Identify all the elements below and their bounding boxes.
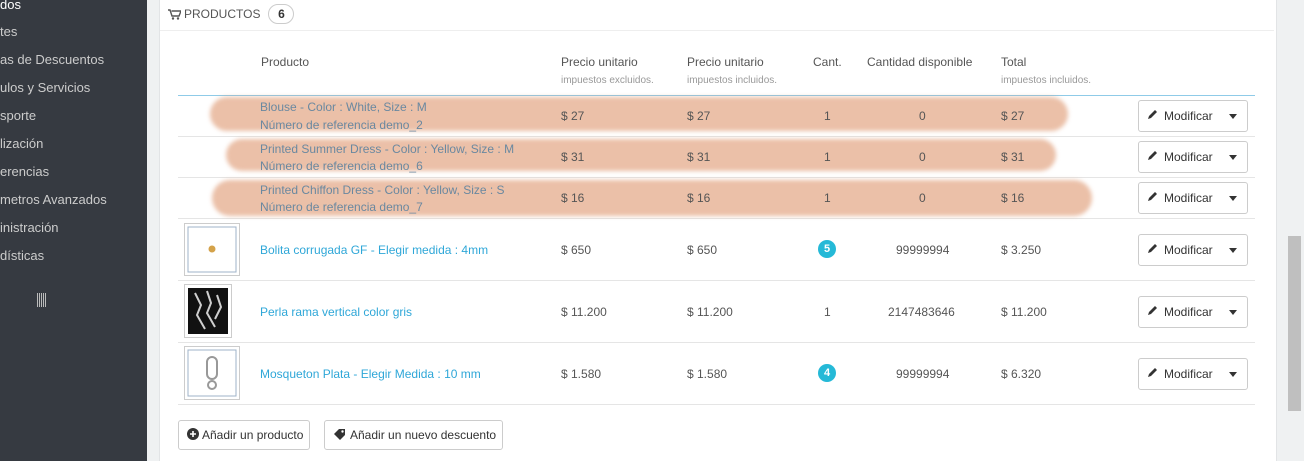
edit-button-label: Modificar (1164, 305, 1213, 319)
price-incl: $ 27 (687, 109, 711, 123)
pencil-icon (1147, 243, 1158, 257)
price-excl: $ 31 (561, 150, 585, 164)
available-quantity: 2147483646 (888, 305, 955, 319)
pencil-icon (1147, 305, 1158, 319)
sidebar-item-transporte[interactable]: sporte (0, 108, 36, 123)
add-discount-label: Añadir un nuevo descuento (350, 428, 497, 442)
product-count-badge: 6 (268, 4, 295, 24)
quantity: 1 (824, 305, 831, 319)
col-header-unit-price-excl: Precio unitario impuestos excluidos. (561, 55, 654, 86)
total: $ 11.200 (1001, 305, 1047, 319)
col-header-total: Total impuestos incluidos. (1001, 55, 1092, 86)
edit-button[interactable]: Modificar (1138, 100, 1248, 132)
product-thumbnail[interactable] (184, 284, 232, 338)
product-name[interactable]: Blouse - Color : White, Size : M (260, 100, 427, 114)
available-quantity: 99999994 (896, 243, 950, 257)
cart-icon (168, 8, 183, 20)
caret-down-icon[interactable] (1229, 372, 1237, 377)
scrollbar[interactable] (1288, 236, 1301, 411)
heading-divider (160, 30, 1274, 31)
edit-button-label: Modificar (1164, 367, 1213, 381)
sidebar: dos tes as de Descuentos ulos y Servicio… (0, 0, 147, 461)
product-thumbnail[interactable] (184, 223, 240, 276)
product-name[interactable]: Perla rama vertical color gris (260, 305, 412, 319)
sidebar-item-reglas-descuentos[interactable]: as de Descuentos (0, 52, 104, 67)
edit-button-label: Modificar (1164, 150, 1213, 164)
edit-button[interactable]: Modificar (1138, 182, 1248, 214)
content-gutter (147, 0, 159, 461)
price-incl: $ 11.200 (687, 305, 733, 319)
pencil-icon (1147, 109, 1158, 123)
edit-button[interactable]: Modificar (1138, 296, 1248, 328)
quantity: 1 (824, 191, 831, 205)
col-header-qty: Cant. (813, 55, 842, 69)
available-quantity: 99999994 (896, 367, 950, 381)
total: $ 31 (1001, 150, 1025, 164)
sidebar-item-preferencias[interactable]: erencias (0, 164, 49, 179)
price-excl: $ 27 (561, 109, 585, 123)
price-excl: $ 16 (561, 191, 585, 205)
price-incl: $ 650 (687, 243, 718, 257)
product-reference: Número de referencia demo_6 (260, 159, 423, 173)
product-reference: Número de referencia demo_2 (260, 118, 423, 132)
sidebar-item-localizacion[interactable]: lización (0, 136, 43, 151)
quantity-badge: 4 (818, 364, 836, 382)
add-product-label: Añadir un producto (202, 428, 304, 442)
sidebar-item-estadisticas[interactable]: dísticas (0, 248, 44, 263)
total: $ 27 (1001, 109, 1025, 123)
product-thumbnail[interactable] (184, 346, 240, 400)
caret-down-icon[interactable] (1229, 310, 1237, 315)
product-name[interactable]: Printed Chiffon Dress - Color : Yellow, … (260, 183, 505, 197)
sidebar-item-parametros-avanzados[interactable]: metros Avanzados (0, 192, 107, 207)
price-incl: $ 16 (687, 191, 711, 205)
add-discount-button[interactable]: Añadir un nuevo descuento (324, 420, 504, 450)
panel-title: PRODUCTOS (184, 7, 261, 21)
col-header-unit-price-incl: Precio unitario impuestos incluidos. (687, 55, 778, 86)
quantity: 1 (824, 109, 831, 123)
sidebar-item-clientes[interactable]: tes (0, 24, 17, 39)
plus-circle-icon (187, 427, 199, 443)
quantity-badge: 5 (818, 240, 836, 258)
caret-down-icon[interactable] (1229, 155, 1237, 160)
caret-down-icon[interactable] (1229, 196, 1237, 201)
price-incl: $ 1.580 (687, 367, 728, 381)
quantity: 1 (824, 150, 831, 164)
barcode-icon[interactable] (37, 293, 47, 307)
price-excl: $ 650 (561, 243, 592, 257)
caret-down-icon[interactable] (1229, 114, 1237, 119)
panel-heading: PRODUCTOS 6 (168, 3, 295, 25)
edit-button-label: Modificar (1164, 191, 1213, 205)
total: $ 6.320 (1001, 367, 1042, 381)
add-product-button[interactable]: Añadir un producto (178, 420, 311, 450)
total: $ 16 (1001, 191, 1025, 205)
pencil-icon (1147, 150, 1158, 164)
price-incl: $ 31 (687, 150, 711, 164)
col-header-available: Cantidad disponible (867, 55, 973, 69)
edit-button[interactable]: Modificar (1138, 141, 1248, 173)
col-header-product: Producto (261, 55, 310, 69)
price-excl: $ 11.200 (561, 305, 607, 319)
product-reference: Número de referencia demo_7 (260, 200, 423, 214)
tag-icon (333, 428, 346, 443)
product-name[interactable]: Printed Summer Dress - Color : Yellow, S… (260, 142, 514, 156)
product-name[interactable]: Mosqueton Plata - Elegir Medida : 10 mm (260, 367, 481, 381)
edit-button-label: Modificar (1164, 243, 1213, 257)
price-excl: $ 1.580 (561, 367, 602, 381)
available-quantity: 0 (919, 150, 926, 164)
edit-button[interactable]: Modificar (1138, 358, 1248, 390)
edit-button-label: Modificar (1164, 109, 1213, 123)
pencil-icon (1147, 367, 1158, 381)
edit-button[interactable]: Modificar (1138, 234, 1248, 266)
pencil-icon (1147, 191, 1158, 205)
sidebar-item-pedidos[interactable]: dos (0, 0, 21, 12)
sidebar-item-articulos-servicios[interactable]: ulos y Servicios (0, 80, 90, 95)
product-name[interactable]: Bolita corrugada GF - Elegir medida : 4m… (260, 243, 488, 257)
sidebar-item-administracion[interactable]: inistración (0, 220, 59, 235)
total: $ 3.250 (1001, 243, 1042, 257)
available-quantity: 0 (919, 109, 926, 123)
caret-down-icon[interactable] (1229, 248, 1237, 253)
available-quantity: 0 (919, 191, 926, 205)
